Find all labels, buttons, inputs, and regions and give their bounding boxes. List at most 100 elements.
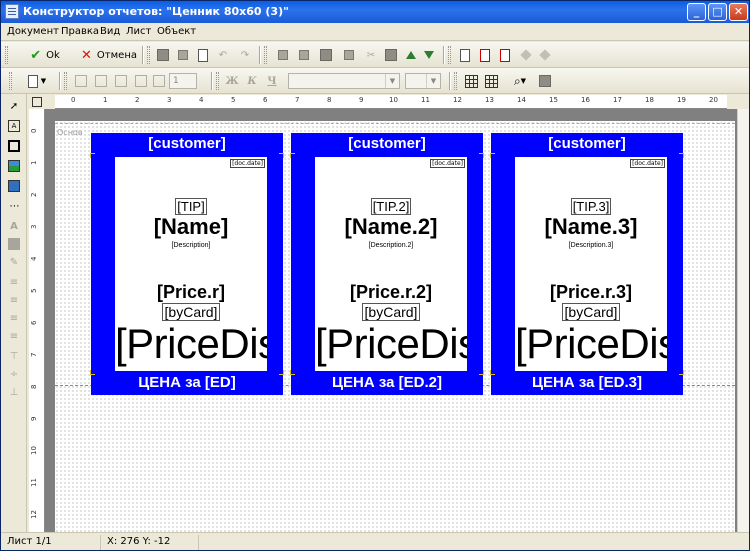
name-field[interactable]: [Name] bbox=[115, 214, 267, 240]
price-tag-1[interactable]: [customer] [doc.date] [TIP] [Name] [Desc… bbox=[90, 133, 284, 395]
rectangle-icon[interactable] bbox=[6, 138, 22, 154]
align-right-icon[interactable]: ≡ bbox=[6, 310, 22, 326]
toolbar-grip[interactable] bbox=[5, 46, 8, 64]
group-icon[interactable] bbox=[318, 46, 334, 64]
underline-button[interactable]: Ч bbox=[265, 72, 279, 90]
menu-view[interactable]: Вид bbox=[100, 26, 120, 37]
price-tag-3[interactable]: [customer] [doc.date] [TIP.3] [Name.3] [… bbox=[490, 133, 684, 395]
price-tag-2[interactable]: [customer] [doc.date] [TIP.2] [Name.2] [… bbox=[290, 133, 484, 395]
send-back-icon[interactable] bbox=[275, 46, 291, 64]
price-field[interactable]: [Price.r] bbox=[115, 282, 267, 303]
price-discount-field[interactable]: [PriceDis bbox=[115, 320, 267, 368]
valign-top-icon[interactable]: ⊤ bbox=[6, 348, 22, 364]
grid-icon[interactable] bbox=[463, 72, 479, 90]
tip-field[interactable]: [TIP.2] bbox=[315, 198, 467, 215]
save-icon[interactable] bbox=[155, 46, 171, 64]
new-page-icon[interactable] bbox=[457, 46, 473, 64]
align-left-icon[interactable]: ≡ bbox=[6, 274, 22, 290]
ruler-corner-icon[interactable] bbox=[29, 95, 45, 109]
bring-front-icon[interactable] bbox=[296, 46, 312, 64]
name-field[interactable]: [Name.3] bbox=[515, 214, 667, 240]
dotted-line-icon[interactable]: ⋯ bbox=[6, 198, 22, 214]
price-field[interactable]: [Price.r.3] bbox=[515, 282, 667, 303]
frame-all-icon[interactable] bbox=[73, 72, 89, 90]
minimize-button[interactable]: _ bbox=[687, 3, 706, 21]
unit-price-footer[interactable]: ЦЕНА за [ED] bbox=[91, 374, 283, 391]
vertical-scrollbar[interactable] bbox=[737, 109, 749, 532]
name-field[interactable]: [Name.2] bbox=[315, 214, 467, 240]
font-icon[interactable]: A bbox=[6, 218, 22, 234]
description-field[interactable]: [Description.2] bbox=[315, 242, 467, 249]
frame-outer-icon[interactable] bbox=[93, 72, 109, 90]
bycard-field[interactable]: [byCard] bbox=[315, 303, 467, 321]
bycard-field[interactable]: [byCard] bbox=[115, 303, 267, 321]
toolbar-grip[interactable] bbox=[9, 72, 12, 90]
menu-sheet[interactable]: Лист bbox=[126, 26, 151, 37]
design-canvas[interactable]: Основ [customer] [doc.date] [TIP] [Name]… bbox=[45, 109, 737, 532]
price-discount-field[interactable]: [PriceDis bbox=[315, 320, 467, 368]
close-button[interactable]: ✕ bbox=[729, 3, 748, 21]
bycard-field[interactable]: [byCard] bbox=[515, 303, 667, 321]
align-justify-icon[interactable]: ≡ bbox=[6, 328, 22, 344]
toolbar-grip[interactable] bbox=[264, 46, 267, 64]
toolbar-grip[interactable] bbox=[147, 46, 150, 64]
cut-icon[interactable]: ✂ bbox=[363, 46, 379, 64]
price-discount-field[interactable]: [PriceDis bbox=[515, 320, 667, 368]
text-object-icon[interactable]: A bbox=[6, 118, 22, 134]
clipboard-icon[interactable] bbox=[383, 46, 399, 64]
description-field[interactable]: [Description] bbox=[115, 242, 267, 249]
price-field[interactable]: [Price.r.2] bbox=[315, 282, 467, 303]
description-field[interactable]: [Description.3] bbox=[515, 242, 667, 249]
prev-page-icon[interactable] bbox=[519, 46, 533, 64]
doc-date-field[interactable]: [doc.date] bbox=[430, 159, 465, 168]
undo-icon[interactable]: ↶ bbox=[215, 46, 231, 64]
snap-grid-icon[interactable] bbox=[483, 72, 499, 90]
title-bar[interactable]: Конструктор отчетов: "Ценник 80х60 (3)" … bbox=[1, 1, 749, 23]
doc-date-field[interactable]: [doc.date] bbox=[230, 159, 265, 168]
valign-bottom-icon[interactable]: ⊥ bbox=[6, 384, 22, 400]
customer-field[interactable]: [customer] bbox=[91, 135, 283, 152]
picture-icon[interactable] bbox=[6, 158, 22, 174]
fill-color-icon[interactable] bbox=[6, 236, 22, 252]
redo-icon[interactable]: ↷ bbox=[237, 46, 253, 64]
customer-field[interactable]: [customer] bbox=[491, 135, 683, 152]
tools-icon[interactable] bbox=[537, 72, 553, 90]
paint-icon[interactable]: ✎ bbox=[6, 254, 22, 270]
line-width-input[interactable]: 1 bbox=[169, 73, 197, 89]
report-page[interactable]: Основ [customer] [doc.date] [TIP] [Name]… bbox=[55, 121, 735, 532]
next-page-icon[interactable] bbox=[538, 46, 552, 64]
bold-button[interactable]: Ж bbox=[225, 72, 239, 90]
tip-field[interactable]: [TIP] bbox=[115, 198, 267, 215]
tag-white-area[interactable]: [doc.date] [TIP] [Name] [Description] [P… bbox=[115, 157, 267, 371]
frame-none-icon[interactable] bbox=[133, 72, 149, 90]
maximize-button[interactable]: □ bbox=[708, 3, 727, 21]
chart-icon[interactable] bbox=[6, 178, 22, 194]
tag-white-area[interactable]: [doc.date] [TIP.3] [Name.3] [Description… bbox=[515, 157, 667, 371]
unit-price-footer[interactable]: ЦЕНА за [ED.2] bbox=[291, 374, 483, 391]
toolbar-grip[interactable] bbox=[454, 72, 457, 90]
tip-field[interactable]: [TIP.3] bbox=[515, 198, 667, 215]
print-preview-icon[interactable] bbox=[195, 46, 211, 64]
cancel-button[interactable]: ✕ Отмена bbox=[81, 46, 137, 64]
menu-object[interactable]: Объект bbox=[157, 26, 196, 37]
line-style-icon[interactable] bbox=[151, 72, 167, 90]
delete-page-icon[interactable] bbox=[477, 46, 493, 64]
valign-middle-icon[interactable]: ÷ bbox=[6, 366, 22, 382]
customer-field[interactable]: [customer] bbox=[291, 135, 483, 152]
frame-inner-icon[interactable] bbox=[113, 72, 129, 90]
menu-document[interactable]: Документ bbox=[7, 26, 59, 37]
doc-date-field[interactable]: [doc.date] bbox=[630, 159, 665, 168]
font-name-select[interactable]: ▼ bbox=[288, 73, 400, 89]
new-object-dropdown[interactable]: ▼ bbox=[21, 72, 53, 90]
align-center-icon[interactable]: ≡ bbox=[6, 292, 22, 308]
zoom-dropdown[interactable]: ⌕ ▼ bbox=[507, 72, 533, 90]
toolbar-grip[interactable] bbox=[64, 72, 67, 90]
select-pointer-icon[interactable]: ➚ bbox=[6, 98, 22, 114]
tag-white-area[interactable]: [doc.date] [TIP.2] [Name.2] [Description… bbox=[315, 157, 467, 371]
font-size-select[interactable]: ▼ bbox=[405, 73, 441, 89]
move-up-icon[interactable] bbox=[403, 46, 419, 64]
menu-edit[interactable]: Правка bbox=[61, 26, 99, 37]
toolbar-grip[interactable] bbox=[216, 72, 219, 90]
move-down-icon[interactable] bbox=[421, 46, 437, 64]
toolbar-grip[interactable] bbox=[448, 46, 451, 64]
